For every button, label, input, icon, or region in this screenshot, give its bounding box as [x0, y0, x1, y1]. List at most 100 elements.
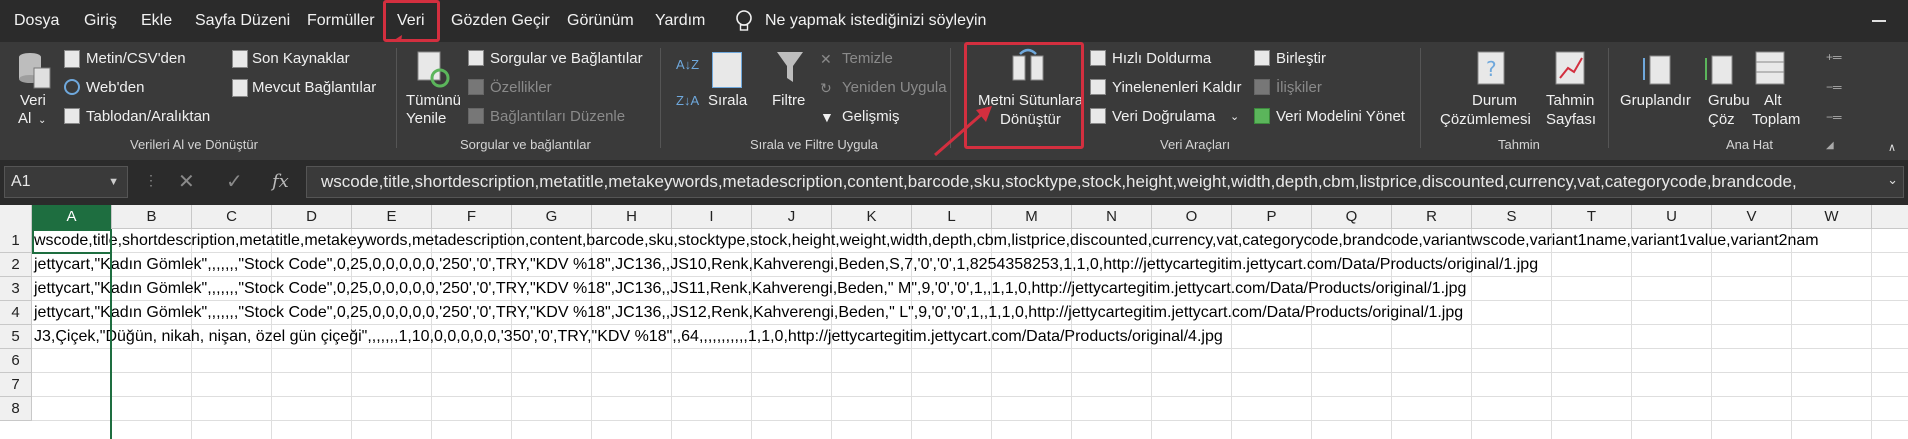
column-header-j[interactable]: J	[752, 205, 832, 229]
column-header-p[interactable]: P	[1232, 205, 1312, 229]
column-header-d[interactable]: D	[272, 205, 352, 229]
column-header-q[interactable]: Q	[1312, 205, 1392, 229]
row-header-4[interactable]: 4	[0, 301, 32, 325]
column-header-w[interactable]: W	[1792, 205, 1872, 229]
column-header-o[interactable]: O	[1152, 205, 1232, 229]
row-header-7[interactable]: 7	[0, 373, 32, 397]
chevron-down-icon[interactable]: ⌄	[1230, 108, 1239, 126]
cell-a3[interactable]: jettycart,"Kadın Gömlek",,,,,,,"Stock Co…	[34, 277, 1466, 301]
yinelenenleri-kaldir-button[interactable]: Yinelenenleri Kaldır	[1112, 79, 1242, 97]
row-header-6[interactable]: 6	[0, 349, 32, 373]
column-a-selection-edge	[110, 229, 112, 439]
column-header-b[interactable]: B	[112, 205, 192, 229]
select-all-corner[interactable]	[0, 205, 32, 229]
spreadsheet-grid[interactable]: ABCDEFGHIJKLMNOPQRSTUVW 12345678 wscode,…	[0, 205, 1908, 439]
chevron-down-icon[interactable]: ⌄	[38, 112, 46, 130]
birlestir-button[interactable]: Birleştir	[1276, 50, 1326, 68]
cancel-icon[interactable]: ✕	[178, 172, 195, 192]
alt-label[interactable]: Alt	[1764, 92, 1782, 110]
column-header-g[interactable]: G	[512, 205, 592, 229]
sort-za-icon[interactable]: Z↓A	[676, 92, 699, 110]
veri-al-label[interactable]: Veri	[20, 92, 46, 110]
metin-csv-button[interactable]: Metin/CSV'den	[86, 50, 186, 68]
row-header-2[interactable]: 2	[0, 253, 32, 277]
column-header-r[interactable]: R	[1392, 205, 1472, 229]
veri-al-label2[interactable]: Al	[18, 110, 31, 128]
hide-detail-icon[interactable]: −═	[1826, 78, 1842, 96]
clear-filter-icon: ✕	[820, 51, 832, 67]
veri-dogrulama-button[interactable]: Veri Doğrulama	[1112, 108, 1215, 126]
gruplandir-label[interactable]: Gruplandır	[1620, 92, 1691, 110]
tab-dosya[interactable]: Dosya	[14, 0, 59, 42]
tablodan-button[interactable]: Tablodan/Aralıktan	[86, 108, 210, 126]
grubu-label[interactable]: Grubu	[1708, 92, 1750, 110]
column-header-k[interactable]: K	[832, 205, 912, 229]
group-label-queries: Sorgular ve bağlantılar	[460, 137, 591, 152]
name-box[interactable]: A1 ▼	[4, 166, 128, 198]
cell-a4[interactable]: jettycart,"Kadın Gömlek",,,,,,,"Stock Co…	[34, 301, 1463, 325]
son-kaynaklar-button[interactable]: Son Kaynaklar	[252, 50, 350, 68]
cell-a1[interactable]: wscode,title,shortdescription,metatitle,…	[34, 229, 1819, 253]
column-header-u[interactable]: U	[1632, 205, 1712, 229]
gelismis-button[interactable]: Gelişmiş	[842, 108, 900, 126]
text-file-icon	[64, 50, 80, 68]
enter-icon[interactable]: ✓	[226, 172, 243, 192]
tumunu-label[interactable]: Tümünü	[406, 92, 461, 110]
tab-yardim[interactable]: Yardım	[655, 0, 705, 42]
mevcut-baglantilar-button[interactable]: Mevcut Bağlantılar	[252, 79, 376, 97]
outline-extra-icon[interactable]: −═	[1826, 108, 1842, 126]
tab-giris[interactable]: Giriş	[84, 0, 117, 42]
column-header-a[interactable]: A	[32, 205, 112, 229]
veri-modelini-yonet-button[interactable]: Veri Modelini Yönet	[1276, 108, 1405, 126]
column-header-t[interactable]: T	[1552, 205, 1632, 229]
row-header-5[interactable]: 5	[0, 325, 32, 349]
show-detail-icon[interactable]: +═	[1826, 48, 1842, 66]
column-header-e[interactable]: E	[352, 205, 432, 229]
tell-me-search[interactable]: Ne yapmak istediğinizi söyleyin	[765, 0, 986, 42]
column-header-h[interactable]: H	[592, 205, 672, 229]
hizli-doldurma-button[interactable]: Hızlı Doldurma	[1112, 50, 1211, 68]
sirala-button[interactable]: Sırala	[708, 92, 747, 110]
row-header-1[interactable]: 1	[0, 229, 32, 253]
collapse-ribbon-icon[interactable]: ∧	[1888, 139, 1896, 157]
toplam-label[interactable]: Toplam	[1752, 111, 1800, 129]
column-header-l[interactable]: L	[912, 205, 992, 229]
selected-cell-a1[interactable]	[32, 229, 112, 254]
column-header-c[interactable]: C	[192, 205, 272, 229]
sorgular-button[interactable]: Sorgular ve Bağlantılar	[490, 50, 643, 68]
cell-a5[interactable]: J3,Çiçek,"Düğün, nikah, nişan, özel gün …	[34, 325, 1223, 349]
gridline-vertical	[1871, 229, 1872, 439]
durum-label[interactable]: Durum	[1472, 92, 1517, 110]
web-button[interactable]: Web'den	[86, 79, 144, 97]
minimize-icon[interactable]	[1872, 20, 1886, 22]
column-header-n[interactable]: N	[1072, 205, 1152, 229]
dialog-launcher-icon[interactable]: ◢	[1826, 137, 1834, 155]
group-label-get-data: Verileri Al ve Dönüştür	[130, 137, 258, 152]
tahmin-label[interactable]: Tahmin	[1546, 92, 1594, 110]
filter-icon	[775, 50, 805, 90]
tab-ekle[interactable]: Ekle	[141, 0, 172, 42]
cell-a2[interactable]: jettycart,"Kadın Gömlek",,,,,,,"Stock Co…	[34, 253, 1538, 277]
column-header-m[interactable]: M	[992, 205, 1072, 229]
column-header-f[interactable]: F	[432, 205, 512, 229]
ungroup-icon	[1702, 50, 1736, 92]
expand-formula-icon[interactable]: ⌄	[1887, 172, 1898, 188]
tab-gorunum[interactable]: Görünüm	[567, 0, 634, 42]
formula-input[interactable]: wscode,title,shortdescription,metatitle,…	[306, 166, 1904, 198]
sort-az-icon[interactable]: A↓Z	[676, 56, 699, 74]
insert-function-icon[interactable]: fx	[272, 172, 289, 192]
tab-sayfa-duzeni[interactable]: Sayfa Düzeni	[195, 0, 290, 42]
yenile-label[interactable]: Yenile	[406, 110, 446, 128]
tab-gozden-gecir[interactable]: Gözden Geçir	[451, 0, 550, 42]
filtre-button[interactable]: Filtre	[772, 92, 805, 110]
column-header-v[interactable]: V	[1712, 205, 1792, 229]
pointer-arrow-text-to-columns	[934, 106, 992, 157]
row-header-3[interactable]: 3	[0, 277, 32, 301]
chevron-down-icon[interactable]: ▼	[108, 167, 119, 197]
row-header-8[interactable]: 8	[0, 397, 32, 421]
coz-label[interactable]: Çöz	[1708, 111, 1735, 129]
sayfasi-label[interactable]: Sayfası	[1546, 111, 1596, 129]
column-header-i[interactable]: I	[672, 205, 752, 229]
cozumlemesi-label[interactable]: Çözümlemesi	[1440, 111, 1531, 129]
column-header-s[interactable]: S	[1472, 205, 1552, 229]
